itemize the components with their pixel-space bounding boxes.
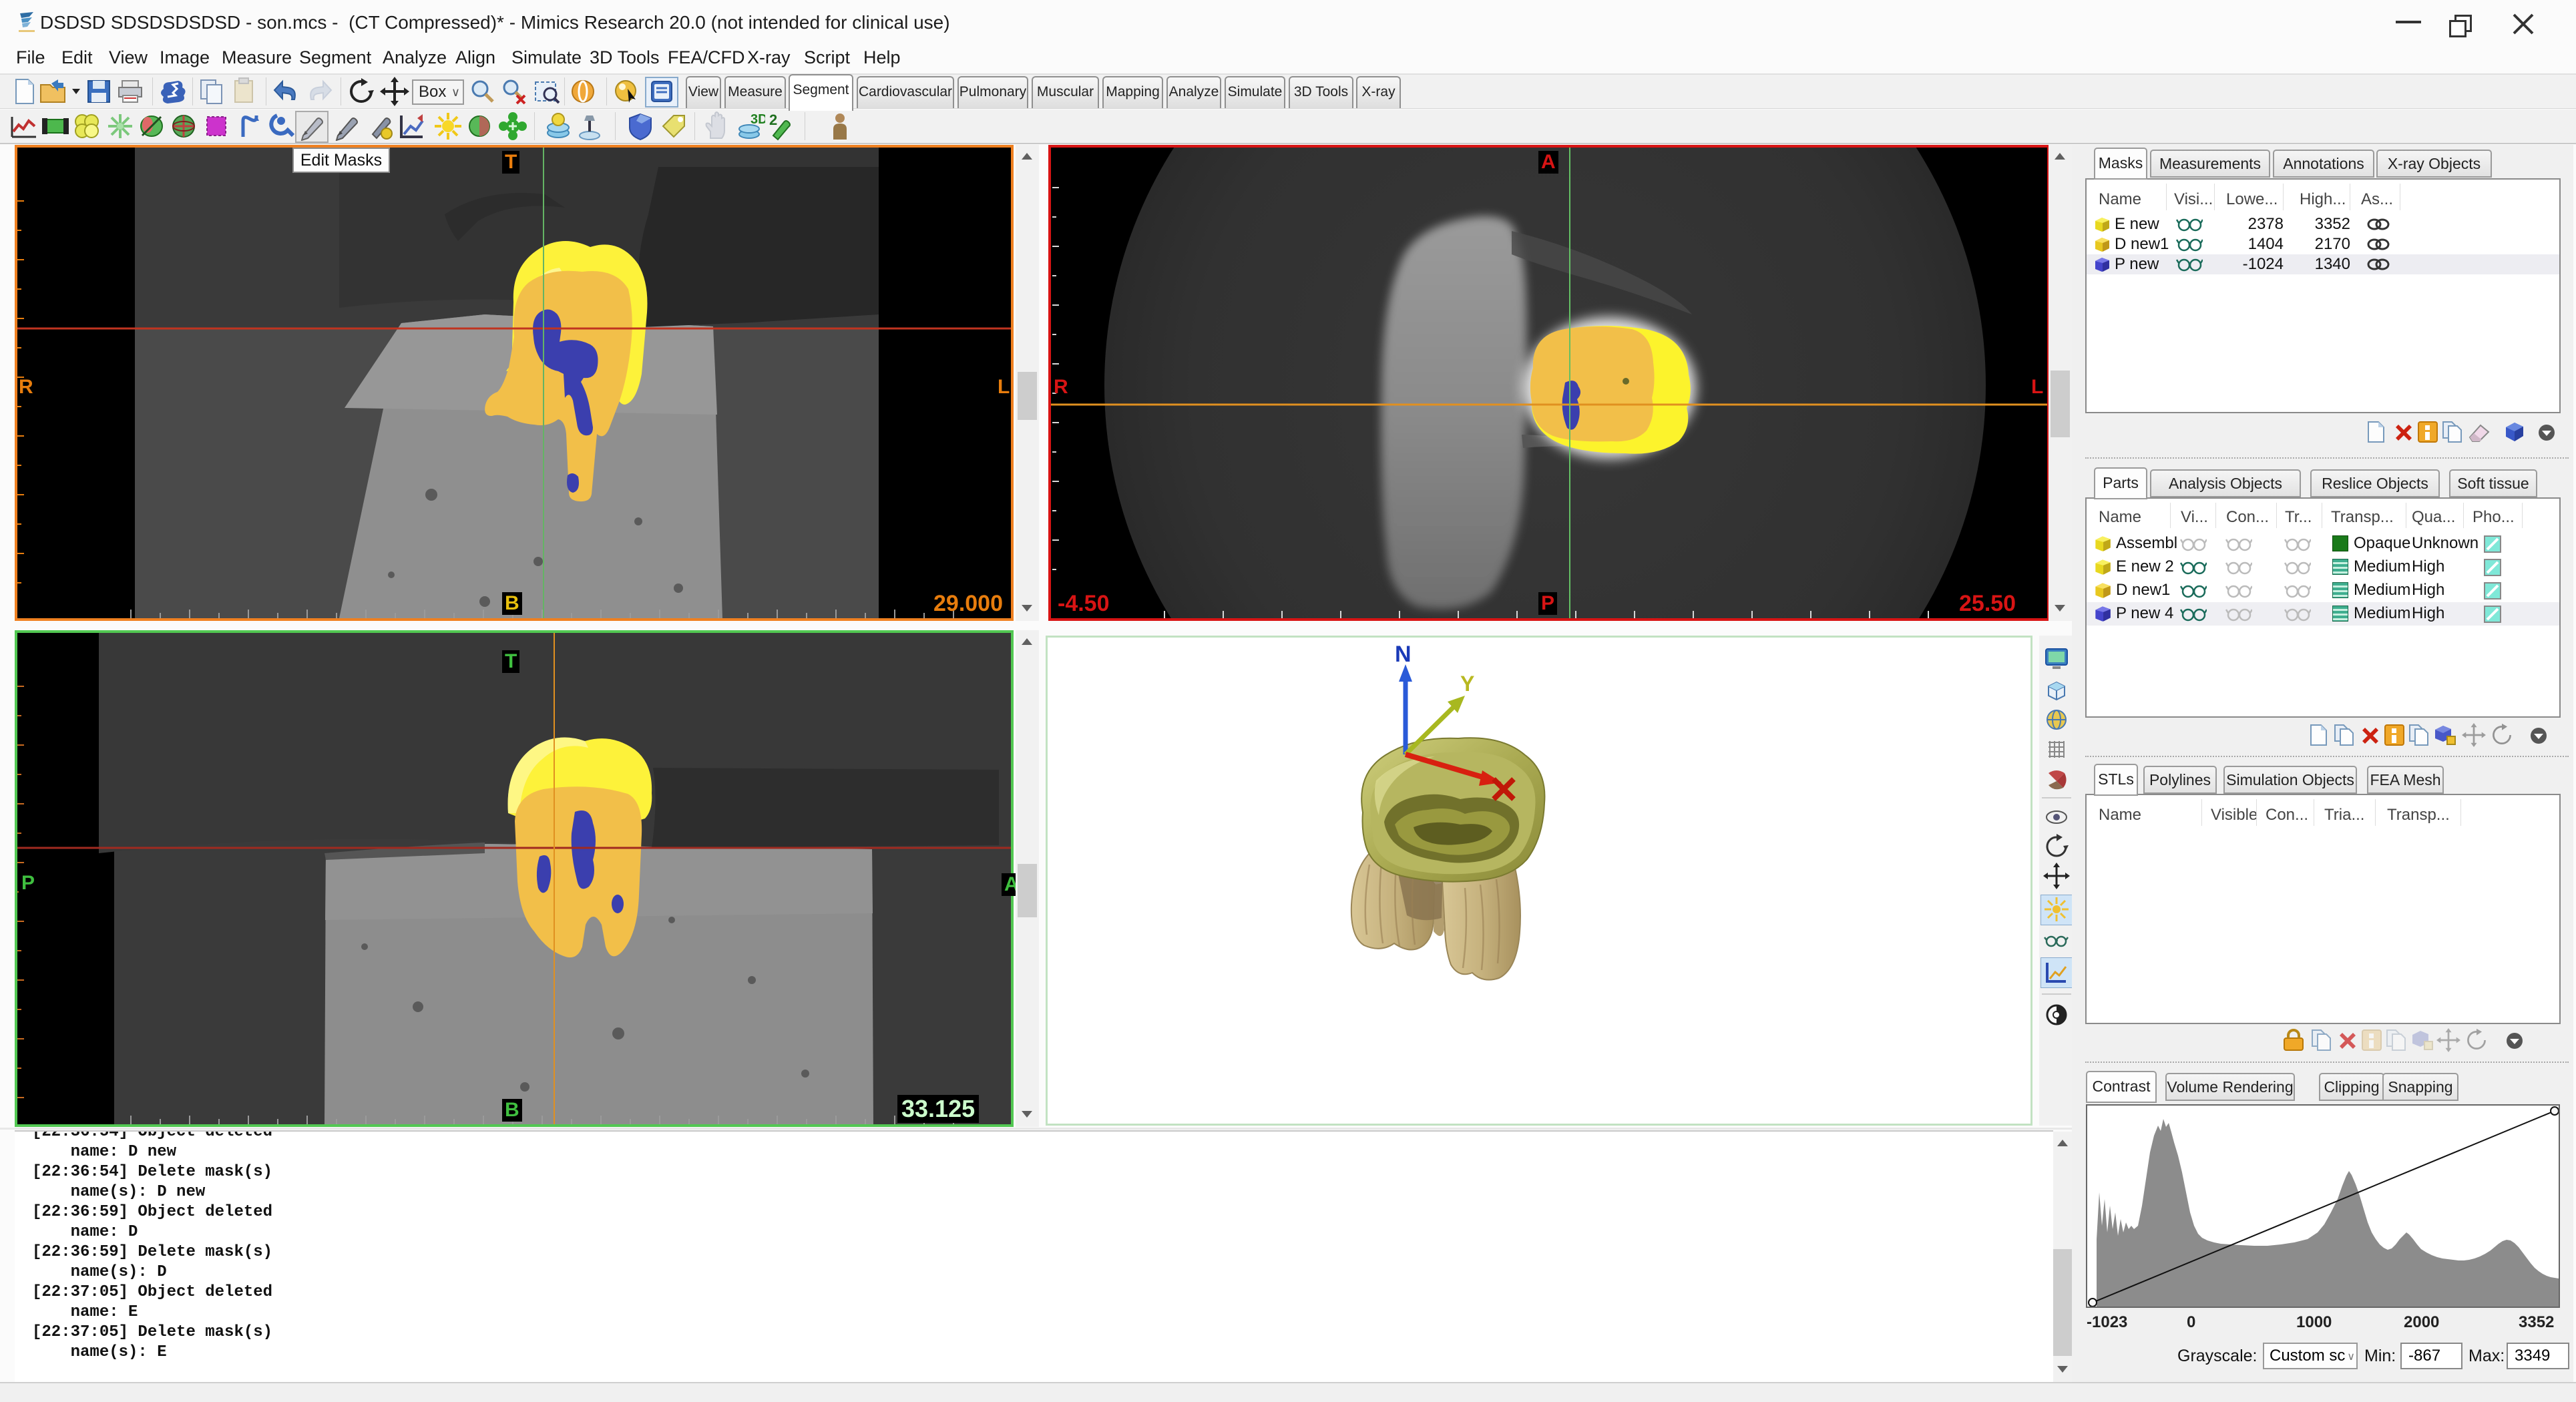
svg-text:N: N — [1395, 642, 1412, 667]
svg-text:2: 2 — [769, 111, 777, 128]
svg-text:3D: 3D — [750, 112, 765, 127]
svg-text:Y: Y — [1460, 672, 1474, 696]
